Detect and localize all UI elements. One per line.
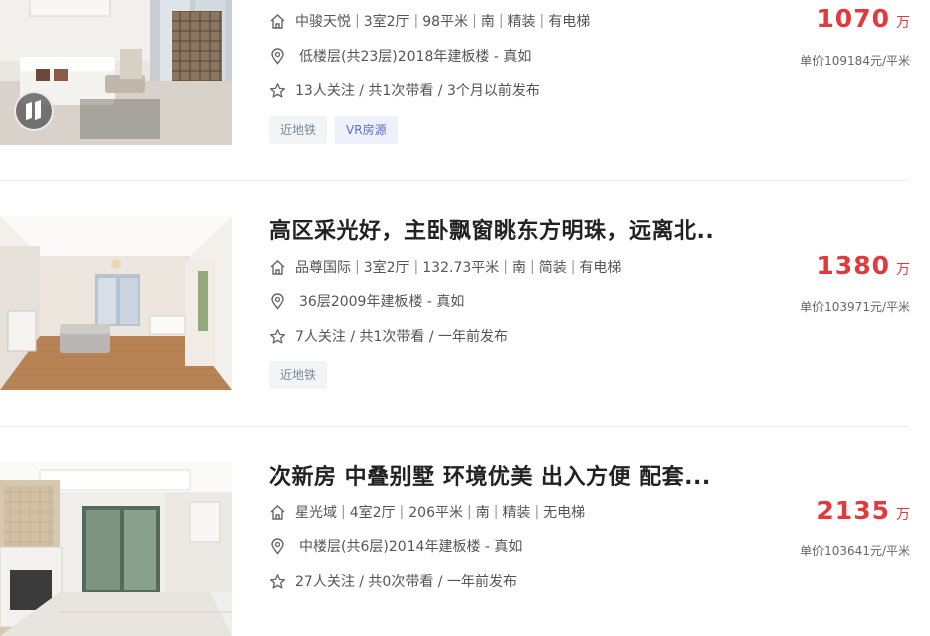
unit-price: 单价103641元/平米: [800, 544, 910, 558]
price-value: 1380: [816, 251, 890, 280]
community-link[interactable]: 星光域: [295, 502, 337, 522]
price-unit: 万: [896, 262, 910, 278]
position-text[interactable]: 36层2009年建板楼 - 真如: [299, 291, 464, 311]
tag-list: 近地铁: [269, 361, 328, 389]
total-price: 1070 万: [816, 4, 910, 33]
decoration: 简装: [538, 260, 567, 276]
follow-info: 27人关注 / 共0次带看 / 一年前发布: [269, 571, 517, 591]
price-value: 2135: [816, 496, 890, 525]
location-pin-icon: [269, 47, 286, 65]
unit-price: 单价109184元/平米: [800, 54, 910, 68]
area: 98平米: [422, 14, 469, 30]
unit-price: 单价103971元/平米: [800, 300, 910, 314]
follow-text: 7人关注 / 共1次带看 / 一年前发布: [295, 329, 509, 345]
listing-card[interactable]: 次新房 中叠别墅 环境优美 出入方便 配套... 星光域 | 4室2厅 | 20…: [0, 427, 930, 636]
house-info: 品尊国际 | 3室2厅 | 132.73平米 | 南 | 简装 | 有电梯: [269, 257, 621, 277]
community-link[interactable]: 品尊国际: [295, 257, 351, 277]
house-icon: [269, 13, 286, 30]
orientation: 南: [480, 14, 495, 30]
house-icon: [269, 259, 286, 276]
orientation: 南: [511, 260, 526, 276]
layout: 3室2厅: [363, 14, 410, 30]
listing-card[interactable]: 中骏天悦 | 3室2厅 | 98平米 | 南 | 精装 | 有电梯 低楼层(共2…: [0, 0, 930, 180]
location-pin-icon: [269, 292, 286, 310]
position-info: 低楼层(共23层)2018年建板楼 - 真如: [269, 46, 531, 66]
star-icon: [269, 82, 286, 99]
price-value: 1070: [816, 4, 890, 33]
area: 206平米: [408, 505, 463, 521]
listing-photo[interactable]: [0, 0, 232, 145]
listing-title[interactable]: 次新房 中叠别墅 环境优美 出入方便 配套...: [269, 459, 711, 491]
total-price: 1380 万: [816, 251, 910, 280]
position-info: 中楼层(共6层)2014年建板楼 - 真如: [269, 536, 522, 556]
house-icon: [269, 504, 286, 521]
tag-vr: VR房源: [335, 116, 398, 144]
listing-title[interactable]: 高区采光好，主卧飘窗眺东方明珠，远离北..: [269, 213, 714, 245]
price-unit: 万: [896, 15, 910, 31]
orientation: 南: [475, 505, 490, 521]
star-icon: [269, 573, 286, 590]
area: 132.73平米: [422, 260, 500, 276]
follow-text: 27人关注 / 共0次带看 / 一年前发布: [295, 574, 517, 590]
position-info: 36层2009年建板楼 - 真如: [269, 291, 464, 311]
decoration: 精装: [502, 505, 531, 521]
listing-card[interactable]: 高区采光好，主卧飘窗眺东方明珠，远离北.. 品尊国际 | 3室2厅 | 132.…: [0, 181, 930, 426]
follow-info: 13人关注 / 共1次带看 / 3个月以前发布: [269, 80, 540, 100]
vr-badge-icon: [14, 91, 54, 131]
tag-subway: 近地铁: [269, 361, 328, 389]
layout: 3室2厅: [363, 260, 410, 276]
house-info: 星光域 | 4室2厅 | 206平米 | 南 | 精装 | 无电梯: [269, 502, 585, 522]
location-pin-icon: [269, 537, 286, 555]
community-link[interactable]: 中骏天悦: [295, 11, 351, 31]
decoration: 精装: [507, 14, 536, 30]
star-icon: [269, 328, 286, 345]
position-text[interactable]: 低楼层(共23层)2018年建板楼 - 真如: [299, 46, 531, 66]
tag-subway: 近地铁: [269, 116, 328, 144]
house-info: 中骏天悦 | 3室2厅 | 98平米 | 南 | 精装 | 有电梯: [269, 11, 590, 31]
elevator: 有电梯: [579, 260, 622, 276]
elevator: 无电梯: [543, 505, 586, 521]
listing-photo[interactable]: [0, 216, 232, 390]
price-unit: 万: [896, 507, 910, 523]
follow-text: 13人关注 / 共1次带看 / 3个月以前发布: [295, 83, 540, 99]
total-price: 2135 万: [816, 496, 910, 525]
listing-photo[interactable]: [0, 462, 232, 636]
position-text[interactable]: 中楼层(共6层)2014年建板楼 - 真如: [299, 536, 522, 556]
follow-info: 7人关注 / 共1次带看 / 一年前发布: [269, 326, 508, 346]
elevator: 有电梯: [548, 14, 591, 30]
layout: 4室2厅: [349, 505, 396, 521]
tag-list: 近地铁 VR房源: [269, 116, 398, 144]
